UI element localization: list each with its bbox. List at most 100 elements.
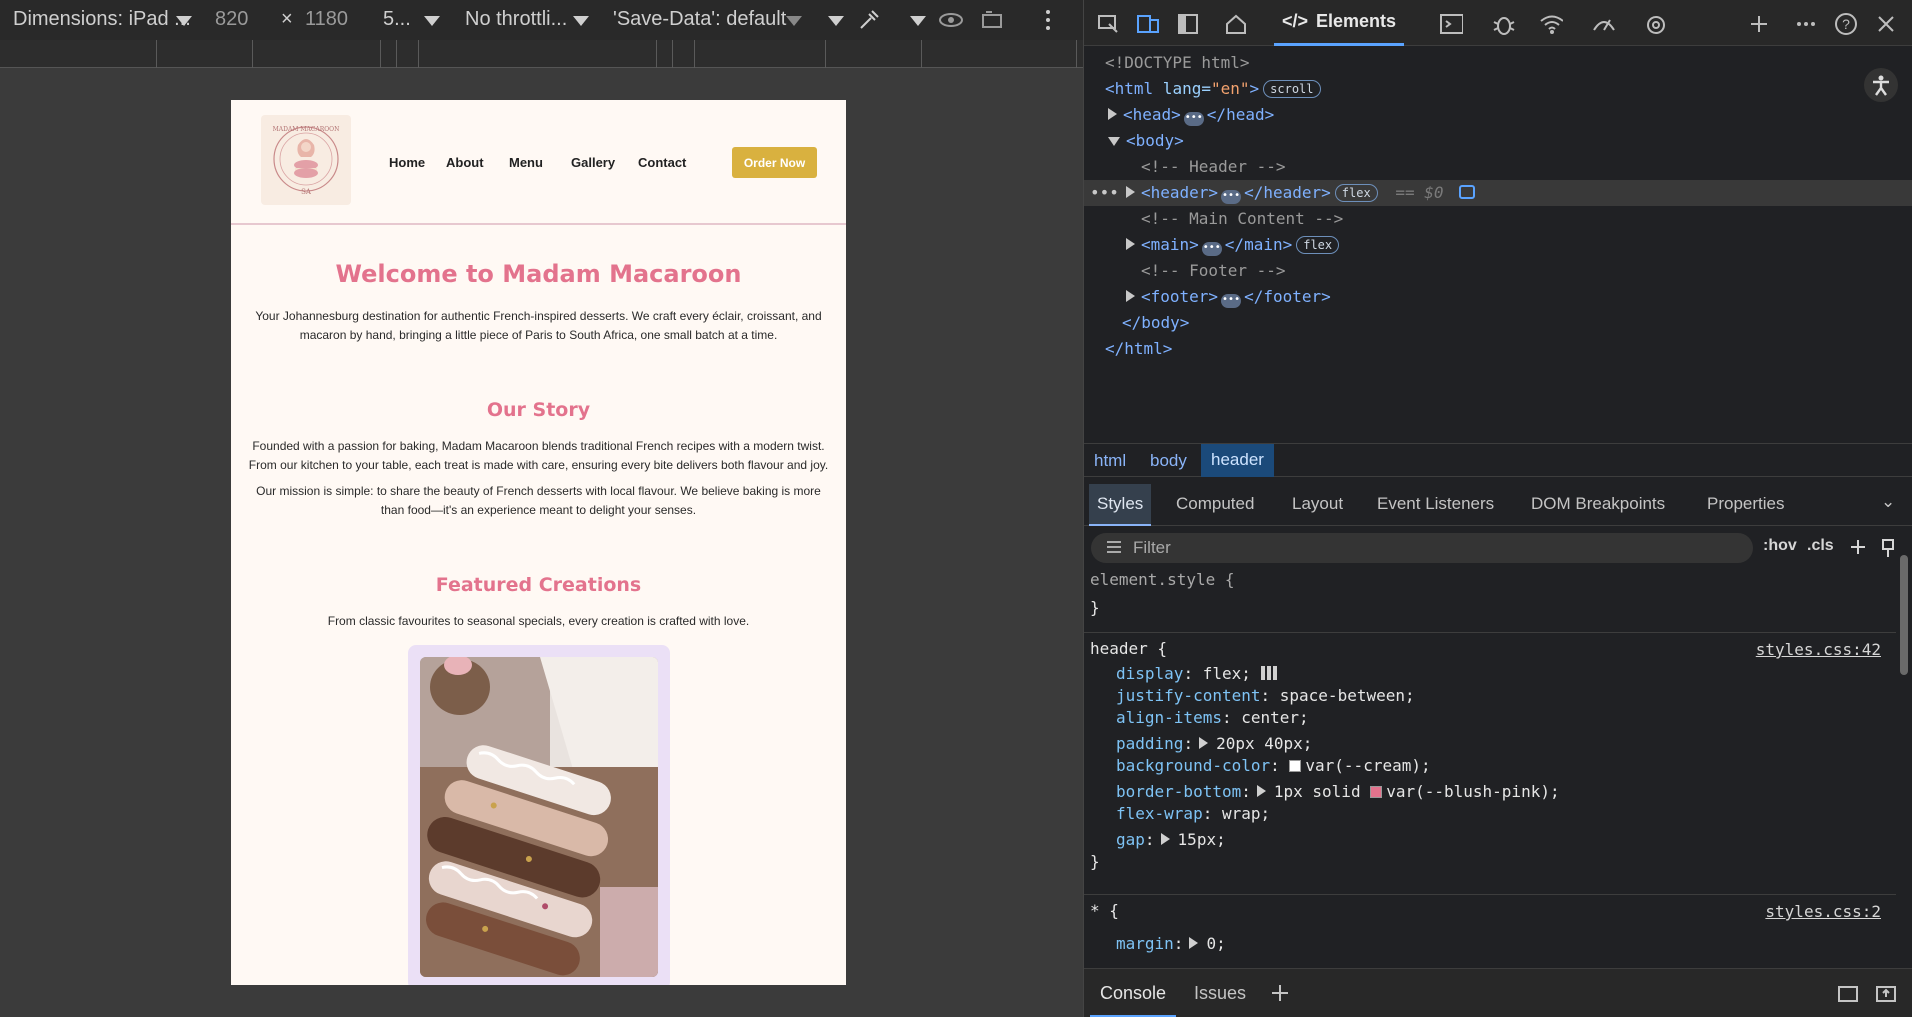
tab-console[interactable]: Console (1090, 969, 1177, 1017)
styles-filter-input[interactable]: Filter (1091, 533, 1753, 563)
accessibility-icon[interactable] (1864, 68, 1898, 102)
expand-shorthand-icon[interactable] (1189, 937, 1199, 949)
tab-elements[interactable]: </> Elements (1274, 0, 1404, 46)
save-data-dropdown[interactable]: 'Save-Data': default (613, 8, 786, 31)
nav-gallery-link[interactable]: Gallery (571, 155, 615, 170)
expand-caret-icon[interactable] (1126, 238, 1135, 250)
chevron-down-icon[interactable] (910, 16, 926, 26)
flex-badge[interactable]: flex (1334, 184, 1378, 202)
chevron-down-icon[interactable] (573, 16, 589, 26)
flex-badge[interactable]: flex (1296, 236, 1340, 254)
dom-footer[interactable]: <footer> ••• </footer> (1084, 284, 1912, 310)
breadcrumb-html[interactable]: html (1094, 451, 1126, 471)
scroll-badge[interactable]: scroll (1263, 80, 1321, 98)
style-declaration[interactable]: align-items: center; (1116, 707, 1309, 729)
settings-gear-icon[interactable] (1643, 12, 1667, 36)
expand-shorthand-icon[interactable] (1160, 833, 1170, 845)
more-tools-icon[interactable] (1794, 12, 1818, 36)
flexbox-editor-icon[interactable] (1260, 664, 1277, 680)
expand-shorthand-icon[interactable] (1199, 737, 1209, 749)
header-rule-selector[interactable]: header { (1090, 638, 1167, 660)
chevron-down-icon[interactable]: ⌄ (1881, 492, 1895, 512)
ai-assist-icon[interactable] (1459, 185, 1476, 199)
expand-caret-icon[interactable] (1108, 108, 1117, 120)
breadcrumb-body[interactable]: body (1150, 451, 1187, 471)
performance-icon[interactable] (1591, 12, 1615, 36)
bug-icon[interactable] (1491, 12, 1515, 36)
style-declaration[interactable]: border-bottom: 1px solid var(--blush-pink… (1116, 781, 1560, 803)
console-icon[interactable] (1439, 12, 1463, 36)
inspect-element-icon[interactable] (1096, 12, 1120, 36)
quick-view-icon[interactable] (1836, 983, 1860, 1005)
eyedropper-icon[interactable] (857, 8, 881, 32)
featured-card[interactable] (408, 645, 670, 985)
throttling-dropdown[interactable]: No throttli... (465, 8, 567, 31)
nav-contact-link[interactable]: Contact (638, 155, 686, 170)
style-declaration[interactable]: gap: 15px; (1116, 829, 1226, 851)
chevron-down-icon[interactable] (786, 16, 802, 26)
dom-html-close[interactable]: </html> (1084, 336, 1912, 362)
height-input[interactable]: 1180 (305, 8, 348, 31)
expand-shorthand-icon[interactable] (1256, 785, 1266, 797)
dom-doctype[interactable]: <!DOCTYPE html> (1084, 50, 1912, 76)
cls-toggle[interactable]: .cls (1807, 537, 1834, 555)
tab-properties[interactable]: Properties (1707, 494, 1784, 514)
vision-icon[interactable] (938, 10, 964, 30)
styles-scrollbar[interactable] (1896, 535, 1912, 965)
chevron-down-icon[interactable] (176, 16, 192, 26)
close-devtools-icon[interactable] (1874, 12, 1898, 36)
more-options-icon[interactable] (1040, 8, 1056, 32)
color-swatch[interactable] (1289, 760, 1302, 772)
style-declaration[interactable]: margin: 0; (1116, 933, 1226, 955)
style-declaration[interactable]: flex-wrap: wrap; (1116, 803, 1270, 825)
tab-styles[interactable]: Styles (1089, 484, 1152, 526)
dom-html-open[interactable]: <html lang="en"> scroll (1084, 76, 1912, 102)
header-rule-source-link[interactable]: styles.css:42 (1756, 640, 1881, 659)
help-icon[interactable]: ? (1834, 12, 1858, 36)
dom-head[interactable]: <head> ••• </head> (1084, 102, 1912, 128)
dom-comment-header[interactable]: <!-- Header --> (1084, 154, 1912, 180)
style-declaration[interactable]: justify-content: space-between; (1116, 685, 1415, 707)
style-declaration[interactable]: background-color: var(--cream); (1116, 755, 1431, 777)
nav-about-link[interactable]: About (446, 155, 484, 170)
element-style-selector[interactable]: element.style { (1090, 569, 1235, 591)
hov-toggle[interactable]: :hov (1763, 537, 1797, 555)
rotate-icon[interactable] (980, 9, 1004, 31)
dom-main[interactable]: <main> ••• </main> flex (1084, 232, 1912, 258)
style-declaration[interactable]: padding: 20px 40px; (1116, 733, 1312, 755)
dom-header-selected[interactable]: ••• <header> ••• </header> flex == $0 (1084, 180, 1912, 206)
universal-rule-source-link[interactable]: styles.css:2 (1765, 902, 1881, 921)
chevron-down-icon[interactable] (424, 16, 440, 26)
network-wifi-icon[interactable] (1539, 12, 1563, 36)
dock-drawer-icon[interactable] (1874, 983, 1898, 1005)
media-query-ruler[interactable] (0, 40, 1083, 68)
add-drawer-tab-icon[interactable] (1270, 983, 1290, 1003)
zoom-dropdown[interactable]: 5... (383, 8, 411, 31)
device-dimensions-dropdown[interactable]: Dimensions: iPad ... (13, 8, 191, 31)
dom-body-close[interactable]: </body> (1084, 310, 1912, 336)
chevron-down-icon[interactable] (828, 16, 844, 26)
collapse-caret-icon[interactable] (1108, 137, 1120, 146)
breadcrumb-header[interactable]: header (1201, 444, 1274, 477)
universal-rule-selector[interactable]: * { (1090, 900, 1119, 922)
device-toggle-icon[interactable] (1136, 12, 1160, 36)
color-swatch[interactable] (1370, 786, 1383, 798)
dom-comment-main[interactable]: <!-- Main Content --> (1084, 206, 1912, 232)
brand-logo[interactable]: MADAM MACAROON SA (261, 115, 351, 205)
nav-home-link[interactable]: Home (389, 155, 425, 170)
new-style-rule-icon[interactable] (1848, 537, 1870, 559)
dom-body-open[interactable]: <body> (1084, 128, 1912, 154)
order-now-button[interactable]: Order Now (732, 147, 817, 178)
tab-computed[interactable]: Computed (1176, 494, 1254, 514)
tab-layout[interactable]: Layout (1292, 494, 1343, 514)
width-input[interactable]: 820 (215, 8, 248, 31)
tab-issues[interactable]: Issues (1194, 983, 1246, 1004)
tab-dom-breakpoints[interactable]: DOM Breakpoints (1531, 494, 1665, 514)
tab-event-listeners[interactable]: Event Listeners (1377, 494, 1494, 514)
nav-menu-link[interactable]: Menu (509, 155, 543, 170)
dom-comment-footer[interactable]: <!-- Footer --> (1084, 258, 1912, 284)
expand-caret-icon[interactable] (1126, 290, 1135, 302)
dock-side-icon[interactable] (1176, 12, 1200, 36)
style-declaration[interactable]: display: flex; (1116, 663, 1277, 685)
expand-caret-icon[interactable] (1126, 186, 1135, 198)
